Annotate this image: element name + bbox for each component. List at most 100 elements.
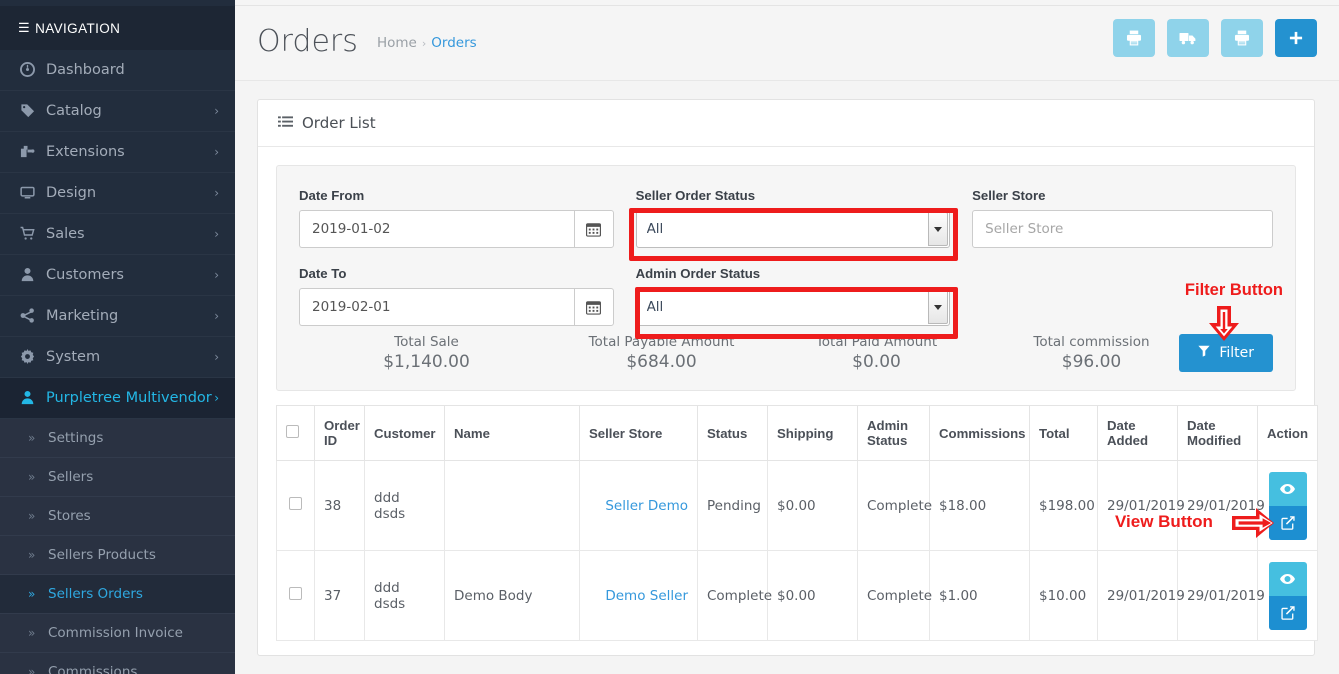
view-button[interactable] <box>1268 561 1307 596</box>
cell-shipping: $0.00 <box>767 550 858 641</box>
row-checkbox[interactable] <box>289 497 302 510</box>
date-from-calendar-button[interactable] <box>573 210 614 248</box>
print-invoice-button[interactable] <box>1112 19 1155 57</box>
sidebar-subitem-sellers-orders[interactable]: » Sellers Orders <box>0 575 235 614</box>
add-new-button[interactable] <box>1275 19 1317 57</box>
edit-button[interactable] <box>1268 595 1307 630</box>
cell-admin-status: Complete <box>857 550 932 641</box>
sidebar-item-extensions[interactable]: Extensions › <box>0 132 235 173</box>
filter-icon <box>1198 345 1214 361</box>
filter-row-1: Date From Seller Order Status All <box>299 188 1273 261</box>
user-icon <box>20 255 46 296</box>
select-all-checkbox[interactable] <box>286 425 299 438</box>
header-order-id[interactable]: Order ID <box>314 405 365 461</box>
seller-order-status-label: Seller Order Status <box>635 188 756 203</box>
seller-store-input[interactable] <box>972 210 1273 248</box>
seller-store-link[interactable]: Seller Demo <box>605 498 688 514</box>
sidebar: ☰ NAVIGATION Dashboard Catalog › Extensio… <box>0 6 235 674</box>
total-payable-label: Total Payable Amount <box>588 334 735 350</box>
cell-date-added: 29/01/2019 <box>1097 460 1185 551</box>
view-icon <box>1280 573 1295 584</box>
breadcrumb-home[interactable]: Home <box>377 35 417 51</box>
sidebar-item-label: Purpletree Multivendor <box>46 390 212 406</box>
date-to-group: Date To <box>299 266 614 326</box>
sidebar-subitem-sellers-products[interactable]: » Sellers Products <box>0 536 235 575</box>
sidebar-item-sales[interactable]: Sales › <box>0 214 235 255</box>
sidebar-item-purpletree-multivendor[interactable]: Purpletree Multivendor › <box>0 378 235 419</box>
header-name[interactable]: Name <box>444 405 580 461</box>
cart-icon <box>20 214 46 255</box>
view-button[interactable] <box>1268 471 1307 506</box>
row-checkbox[interactable] <box>289 587 302 600</box>
header-total[interactable]: Total <box>1029 405 1098 461</box>
date-to-calendar-button[interactable] <box>573 288 614 326</box>
edit-icon <box>1280 605 1295 620</box>
row-select-cell <box>276 550 315 641</box>
view-button-annotation: View Button <box>1115 512 1213 531</box>
sidebar-item-system[interactable]: System › <box>0 337 235 378</box>
breadcrumb-orders[interactable]: Orders <box>431 35 476 51</box>
date-to-input[interactable] <box>299 288 574 326</box>
header-date-added[interactable]: Date Added <box>1097 405 1178 461</box>
list-icon <box>278 102 293 149</box>
sidebar-item-design[interactable]: Design › <box>0 173 235 214</box>
panel-header: Order List <box>258 100 1314 147</box>
sidebar-item-label: Customers <box>46 267 124 283</box>
admin-order-status-select[interactable]: All <box>635 288 951 326</box>
select-all-header <box>276 405 315 461</box>
header-date-modified[interactable]: Date Modified <box>1177 405 1258 461</box>
header-actions <box>1106 19 1317 57</box>
cell-date-added: 29/01/2019 <box>1097 550 1185 641</box>
order-list-panel: Order List Date From Sell <box>257 99 1318 656</box>
double-chevron-icon: » <box>28 626 36 640</box>
seller-store-label: Seller Store <box>972 188 1046 203</box>
total-sale-value: $1,140.00 <box>383 352 470 372</box>
sidebar-item-label: Dashboard <box>46 62 125 78</box>
seller-store-link[interactable]: Demo Seller <box>605 588 688 604</box>
header-shipping[interactable]: Shipping <box>767 405 858 461</box>
sidebar-subitem-sellers[interactable]: » Sellers <box>0 458 235 497</box>
print-button[interactable] <box>1220 19 1263 57</box>
view-annotation-arrow-right-icon <box>1232 508 1274 538</box>
total-paid-value: $0.00 <box>852 352 901 372</box>
filter-button-annotation: Filter Button <box>1184 281 1283 299</box>
sidebar-item-dashboard[interactable]: Dashboard <box>0 50 235 91</box>
date-from-input[interactable] <box>299 210 574 248</box>
cell-order-id: 37 <box>314 550 365 641</box>
shipping-list-button[interactable] <box>1166 19 1209 57</box>
sidebar-subitem-stores[interactable]: » Stores <box>0 497 235 536</box>
panel-title: Order List <box>302 114 376 132</box>
cell-total: $10.00 <box>1029 550 1098 641</box>
cell-name <box>444 460 580 551</box>
sidebar-item-catalog[interactable]: Catalog › <box>0 91 235 132</box>
page-title: Orders <box>257 24 358 59</box>
header-status[interactable]: Status <box>697 405 768 461</box>
total-paid-label: Total Paid Amount <box>815 334 938 350</box>
total-commission: Total commission $96.00 <box>984 334 1199 372</box>
total-commission-label: Total commission <box>1033 334 1150 350</box>
seller-order-status-select[interactable]: All <box>635 210 951 248</box>
double-chevron-icon: » <box>28 470 36 484</box>
navigation-header-label: NAVIGATION <box>35 21 121 36</box>
truck-icon <box>1179 33 1196 45</box>
cell-date-modified: 29/01/2019 <box>1177 550 1265 641</box>
header-customer[interactable]: Customer <box>364 405 445 461</box>
header-admin-status[interactable]: Admin Status <box>857 405 930 461</box>
total-sale: Total Sale $1,140.00 <box>299 334 554 372</box>
tag-icon <box>20 91 46 132</box>
sidebar-item-customers[interactable]: Customers › <box>0 255 235 296</box>
seller-store-group: Seller Store <box>972 188 1273 248</box>
double-chevron-icon: » <box>28 587 36 601</box>
table-row: 37 ddd dsds Demo Body Demo Seller Comple… <box>276 550 1318 641</box>
sidebar-item-marketing[interactable]: Marketing › <box>0 296 235 337</box>
chevron-right-icon: › <box>214 391 219 405</box>
date-to-label: Date To <box>299 266 347 281</box>
cell-status: Complete <box>697 550 772 641</box>
header-seller-store[interactable]: Seller Store <box>579 405 698 461</box>
sidebar-subitem-settings[interactable]: » Settings <box>0 419 235 458</box>
sidebar-subitem-label: Sellers Products <box>48 547 156 563</box>
sidebar-subitem-commission-invoice[interactable]: » Commission Invoice <box>0 614 235 653</box>
header-commissions[interactable]: Commissions <box>929 405 1030 461</box>
sidebar-subitem-commissions[interactable]: » Commissions <box>0 653 235 674</box>
monitor-icon <box>20 173 46 214</box>
